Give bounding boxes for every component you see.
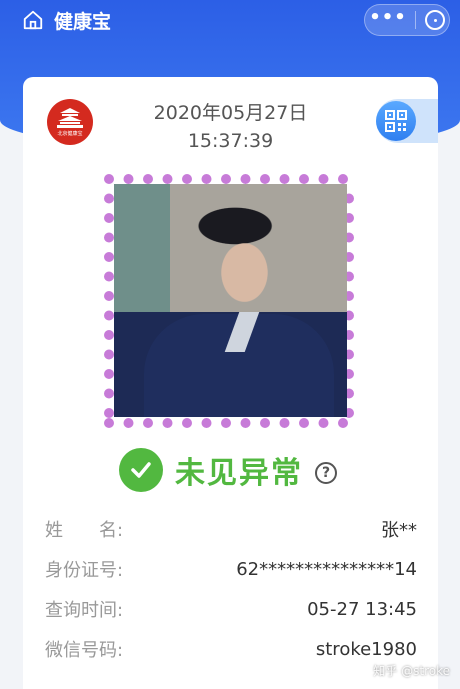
photo-frame: [103, 173, 355, 429]
info-value: 张**: [381, 520, 417, 541]
home-icon[interactable]: [22, 9, 44, 31]
health-status: 未见异常 ?: [119, 447, 337, 493]
frame-dot: [123, 174, 134, 184]
frame-dot: [201, 174, 212, 184]
frame-dot: [104, 174, 114, 184]
more-dots-icon[interactable]: •••: [369, 7, 407, 28]
app-title: 健康宝: [54, 10, 112, 33]
watermark: 知乎 @stroke: [373, 664, 450, 678]
frame-dot: [143, 418, 153, 428]
user-photo: [114, 184, 347, 417]
frame-dot: [104, 291, 114, 301]
info-label: 姓 名:: [45, 520, 124, 541]
frame-dot: [338, 174, 348, 184]
info-value: stroke1980: [315, 638, 417, 660]
frame-dot: [240, 174, 251, 184]
frame-dot: [182, 418, 192, 428]
qr-code-icon: [385, 110, 407, 132]
info-row-wechat: 微信号码: stroke1980: [45, 629, 417, 669]
frame-dot: [162, 174, 173, 184]
info-label: 身份证号:: [45, 560, 124, 581]
info-list: 姓 名: 张** 身份证号: 62***************14 查询时间:…: [45, 509, 417, 669]
frame-dot: [318, 418, 329, 428]
frame-dot: [279, 418, 290, 428]
frame-dot: [182, 174, 192, 184]
frame-dot: [143, 174, 153, 184]
frame-dot: [104, 408, 114, 418]
info-row-query-time: 查询时间: 05-27 13:45: [45, 589, 417, 629]
qr-tab[interactable]: [376, 99, 438, 143]
frame-dot: [201, 418, 212, 428]
frame-dot: [299, 418, 309, 428]
emblem-caption: 北京健康宝: [57, 131, 83, 137]
frame-dot: [104, 213, 114, 223]
info-value: 62***************14: [236, 558, 417, 580]
time-text: 15:37:39: [187, 130, 274, 152]
frame-dot: [338, 418, 348, 428]
capsule-divider: [415, 11, 417, 29]
frame-dot: [240, 418, 251, 428]
date-text: 2020年05月27日: [153, 102, 308, 124]
frame-dot: [221, 174, 231, 184]
frame-dot: [279, 174, 290, 184]
status-text: 未见异常: [175, 456, 303, 491]
frame-dot: [104, 252, 114, 262]
frame-dot: [260, 418, 270, 428]
close-target-icon[interactable]: [424, 10, 445, 30]
frame-dot: [104, 310, 114, 321]
frame-dot: [104, 193, 114, 204]
frame-dot: [104, 349, 114, 360]
info-label: 微信号码:: [45, 640, 124, 661]
info-row-id: 身份证号: 62***************14: [45, 549, 417, 589]
frame-dot: [104, 418, 114, 428]
query-datetime: 2020年05月27日 15:37:39: [133, 99, 328, 155]
frame-dot: [123, 418, 134, 428]
frame-dot: [299, 174, 309, 184]
question-icon[interactable]: ?: [315, 462, 337, 484]
health-code-card: 北京健康宝 2020年05月27日 15:37:39 未见异常 ? 姓 名: 张…: [23, 77, 438, 689]
frame-dot: [162, 418, 173, 428]
beijing-health-emblem: 北京健康宝: [47, 99, 93, 145]
frame-dot: [104, 388, 114, 399]
temple-icon: [57, 108, 83, 128]
qr-button[interactable]: [376, 101, 416, 141]
check-icon: [119, 448, 163, 492]
frame-dot: [104, 330, 114, 340]
frame-dot: [104, 271, 114, 282]
info-value: 05-27 13:45: [307, 598, 417, 620]
info-label: 查询时间:: [45, 600, 124, 621]
frame-dot: [318, 174, 329, 184]
frame-dot: [260, 174, 270, 184]
frame-dot: [104, 232, 114, 243]
info-row-name: 姓 名: 张**: [45, 509, 417, 549]
mini-program-capsule: •••: [364, 4, 450, 36]
frame-dot: [221, 418, 231, 428]
frame-dot: [104, 369, 114, 379]
